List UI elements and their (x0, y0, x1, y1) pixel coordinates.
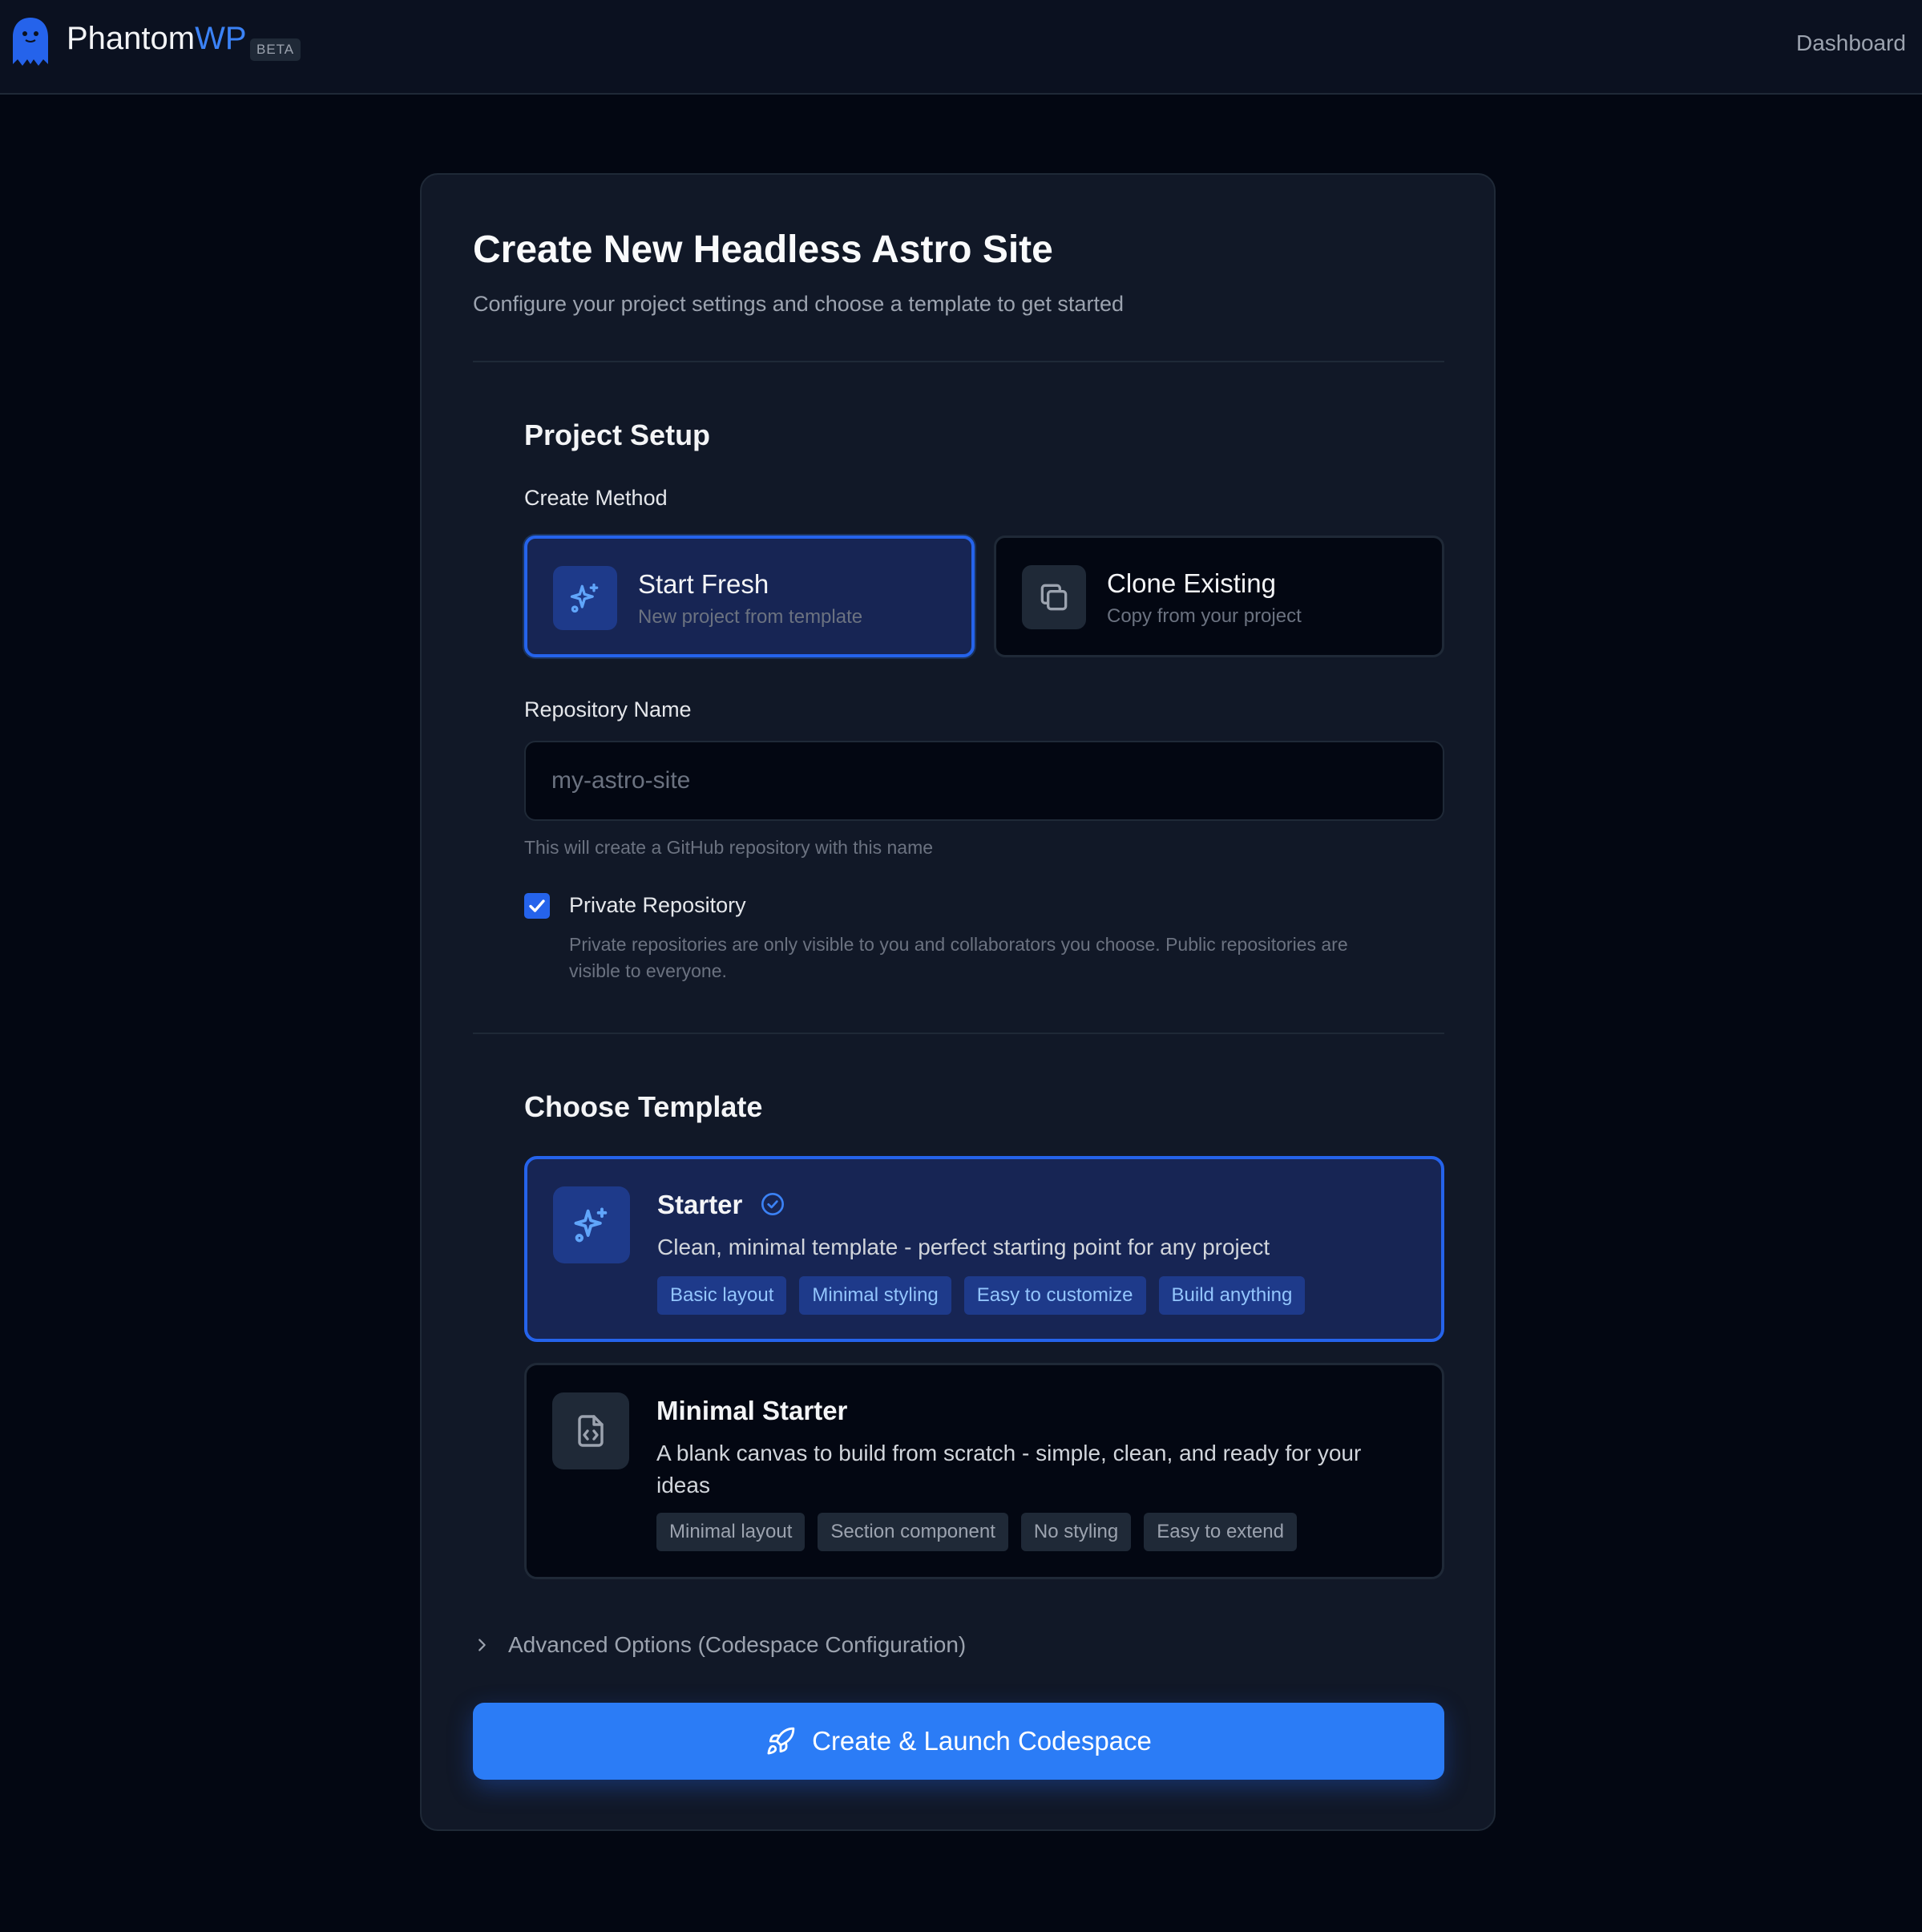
template-tag: Basic layout (657, 1276, 787, 1315)
template-tag: Section component (818, 1513, 1008, 1551)
divider (473, 1033, 1444, 1034)
template-name: Starter (657, 1190, 785, 1220)
template-tags: Basic layout Minimal styling Easy to cus… (657, 1276, 1306, 1315)
private-repository-description: Private repositories are only visible to… (569, 932, 1348, 984)
method-clone-existing[interactable]: Clone Existing Copy from your project (994, 536, 1444, 657)
divider (473, 361, 1444, 362)
template-name-text: Starter (657, 1190, 743, 1219)
ghost-logo-icon[interactable] (11, 16, 50, 69)
private-repository-label[interactable]: Private Repository (569, 893, 746, 918)
create-site-card: Create New Headless Astro Site Configure… (420, 173, 1496, 1831)
create-launch-codespace-label: Create & Launch Codespace (812, 1726, 1152, 1756)
sparkles-icon (553, 1186, 630, 1263)
repository-name-hint: This will create a GitHub repository wit… (524, 837, 934, 858)
advanced-options-toggle[interactable]: Advanced Options (Codespace Configuratio… (473, 1632, 966, 1658)
chevron-right-icon (478, 1639, 486, 1651)
template-tag: Easy to customize (963, 1276, 1146, 1315)
template-tag: Easy to extend (1144, 1513, 1297, 1551)
description-line: Private repositories are only visible to… (569, 934, 1348, 955)
template-minimal-starter[interactable]: Minimal Starter A blank canvas to build … (524, 1363, 1444, 1579)
brand-accent: WP (195, 21, 247, 56)
method-start-fresh[interactable]: Start Fresh New project from template (524, 536, 975, 657)
project-setup-title: Project Setup (524, 418, 711, 451)
template-tag: Minimal layout (656, 1513, 806, 1551)
create-launch-codespace-button[interactable]: Create & Launch Codespace (473, 1703, 1444, 1780)
description-line: ideas (656, 1473, 710, 1498)
brand-name[interactable]: PhantomWP (67, 21, 247, 57)
template-description: Clean, minimal template - perfect starti… (657, 1235, 1270, 1259)
method-title: Clone Existing (1107, 568, 1276, 598)
rocket-icon (767, 1727, 795, 1755)
template-tag: Build anything (1158, 1276, 1306, 1315)
description-line: A blank canvas to build from scratch - s… (656, 1441, 1362, 1465)
repository-name-label: Repository Name (524, 697, 692, 721)
top-nav-bar: PhantomWP BETA Dashboard (0, 0, 1922, 95)
check-circle-icon (761, 1193, 784, 1215)
create-method-label: Create Method (524, 486, 668, 510)
page-title: Create New Headless Astro Site (473, 228, 1053, 271)
template-starter[interactable]: Starter Clean, minimal template - perfec… (524, 1156, 1444, 1342)
advanced-options-label: Advanced Options (Codespace Configuratio… (508, 1632, 967, 1657)
copy-icon (1022, 565, 1086, 629)
brand-main: Phantom (67, 21, 196, 56)
template-tags: Minimal layout Section component No styl… (656, 1513, 1297, 1551)
template-name: Minimal Starter (656, 1396, 848, 1425)
private-repository-checkbox[interactable] (524, 893, 550, 919)
method-subtitle: Copy from your project (1107, 605, 1302, 627)
template-tag: No styling (1020, 1513, 1132, 1551)
file-code-icon (552, 1392, 629, 1469)
beta-badge: BETA (250, 38, 301, 61)
checkmark-icon (529, 899, 545, 912)
template-tag: Minimal styling (799, 1276, 951, 1315)
template-description: A blank canvas to build from scratch - s… (656, 1437, 1361, 1502)
repository-name-input[interactable] (524, 741, 1444, 821)
sparkles-icon (553, 566, 617, 630)
page-subtitle: Configure your project settings and choo… (473, 292, 1124, 316)
method-title: Start Fresh (638, 569, 769, 599)
method-subtitle: New project from template (638, 606, 863, 628)
description-line: visible to everyone. (569, 960, 727, 981)
dashboard-link[interactable]: Dashboard (1796, 30, 1906, 56)
choose-template-title: Choose Template (524, 1090, 763, 1123)
